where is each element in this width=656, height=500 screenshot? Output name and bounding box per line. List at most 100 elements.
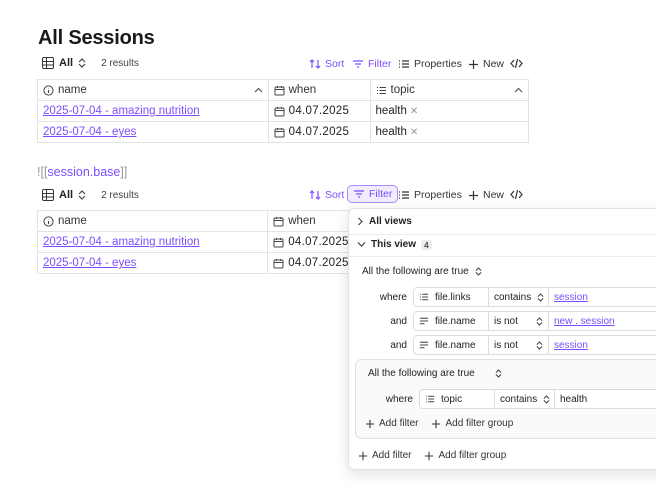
- value-link[interactable]: session: [554, 340, 588, 351]
- sessions-table: name when topic 2025-07-04 - amazing nut…: [37, 79, 530, 143]
- operator-label: is not: [494, 315, 518, 327]
- result-count: 2 results: [101, 189, 139, 201]
- subgroup-actions: Add filter Add filter group: [365, 418, 513, 429]
- column-header-when[interactable]: when: [267, 79, 371, 101]
- filter-condition: and file.name is not session: [377, 335, 656, 355]
- list-icon: [419, 292, 429, 302]
- property-name: topic: [441, 393, 463, 405]
- topic-cell[interactable]: health ✕: [369, 100, 530, 122]
- chevron-updown-icon: [495, 369, 502, 378]
- value-input[interactable]: new . session: [549, 311, 656, 331]
- operator-select[interactable]: contains: [489, 287, 549, 307]
- sort-button[interactable]: Sort: [309, 58, 344, 70]
- code-button[interactable]: [510, 58, 523, 69]
- plus-icon: [468, 59, 479, 70]
- embed-open-bracket: ![[: [37, 165, 48, 179]
- sort-icon: [309, 58, 321, 70]
- new-button[interactable]: New: [468, 58, 504, 70]
- operator-select[interactable]: contains: [495, 389, 555, 409]
- remove-tag-icon[interactable]: ✕: [410, 127, 418, 138]
- sort-button[interactable]: Sort: [309, 189, 344, 201]
- list-icon: [398, 189, 410, 201]
- date-value: 04.07.2025: [288, 126, 350, 138]
- code-icon: [510, 189, 523, 200]
- popover-actions: Add filter Add filter group: [358, 450, 506, 461]
- filter-button-active[interactable]: Filter: [347, 185, 399, 203]
- note-link[interactable]: 2025-07-04 - amazing nutrition: [43, 105, 200, 117]
- all-views-section[interactable]: All views: [357, 216, 412, 227]
- property-select[interactable]: file.links: [413, 287, 489, 307]
- info-icon: [43, 84, 54, 96]
- section-label: This view: [371, 239, 417, 250]
- list-icon: [425, 394, 435, 404]
- result-count: 2 results: [101, 57, 139, 69]
- operator-select[interactable]: is not: [489, 311, 549, 331]
- view-selector[interactable]: All 2 results: [42, 189, 139, 201]
- chevron-up-icon: [514, 87, 523, 93]
- code-icon: [510, 58, 523, 69]
- new-label: New: [483, 58, 505, 70]
- column-label: when: [288, 84, 317, 96]
- code-button[interactable]: [510, 189, 523, 200]
- add-filter-button[interactable]: Add filter: [358, 450, 411, 461]
- value-input[interactable]: health: [555, 389, 656, 409]
- filter-condition: where file.links contains session: [377, 287, 656, 307]
- column-header-name[interactable]: name: [36, 210, 269, 232]
- filter-label: Filter: [369, 188, 393, 200]
- properties-button[interactable]: Properties: [398, 58, 462, 70]
- column-label: name: [58, 215, 87, 227]
- table-icon: [42, 57, 54, 69]
- column-header-topic[interactable]: topic: [369, 79, 530, 101]
- condition-conjunction: and: [390, 315, 407, 327]
- embed-link[interactable]: ![[session.base]]: [37, 165, 127, 179]
- plus-icon: [424, 451, 434, 461]
- sort-label: Sort: [325, 58, 345, 70]
- chevron-updown-icon: [78, 58, 86, 68]
- filter-label: Filter: [368, 58, 392, 70]
- filter-condition: and file.name is not new . session: [377, 311, 656, 331]
- value-link[interactable]: session: [554, 292, 588, 303]
- filter-condition: where topic contains health: [383, 389, 656, 409]
- property-select[interactable]: file.name: [413, 335, 489, 355]
- chevron-updown-icon: [536, 340, 543, 350]
- text-icon: [419, 340, 429, 350]
- when-cell[interactable]: 04.07.2025: [267, 100, 371, 122]
- properties-button[interactable]: Properties: [398, 189, 462, 201]
- add-filter-label: Add filter: [379, 418, 419, 429]
- view-selector[interactable]: All 2 results: [42, 57, 139, 69]
- property-select[interactable]: topic: [419, 389, 495, 409]
- add-filter-group-button[interactable]: Add filter group: [424, 450, 506, 461]
- note-link[interactable]: 2025-07-04 - eyes: [43, 257, 136, 269]
- this-view-section[interactable]: This view 4: [357, 239, 432, 250]
- column-header-name[interactable]: name: [37, 79, 269, 101]
- calendar-icon: [273, 216, 284, 227]
- operator-select[interactable]: is not: [489, 335, 549, 355]
- add-filter-button[interactable]: Add filter: [365, 418, 418, 429]
- add-filter-group-button[interactable]: Add filter group: [431, 418, 513, 429]
- group-mode-select[interactable]: All the following are true: [368, 368, 502, 379]
- name-cell: 2025-07-04 - amazing nutrition: [36, 231, 269, 253]
- value-input[interactable]: session: [549, 335, 656, 355]
- property-name: file.name: [435, 315, 476, 327]
- value-input[interactable]: session: [549, 287, 656, 307]
- tag-label: health: [375, 126, 407, 138]
- view-name: All: [59, 57, 74, 69]
- sort-label: Sort: [325, 189, 345, 201]
- value-link[interactable]: new . session: [554, 316, 615, 327]
- chevron-updown-icon: [536, 316, 543, 326]
- plus-icon: [468, 190, 479, 201]
- note-link[interactable]: 2025-07-04 - amazing nutrition: [43, 236, 200, 248]
- group-mode-select[interactable]: All the following are true: [362, 266, 482, 277]
- topic-cell[interactable]: health ✕: [369, 121, 530, 143]
- info-icon: [43, 215, 54, 227]
- note-link[interactable]: 2025-07-04 - eyes: [43, 126, 136, 138]
- filter-button[interactable]: Filter: [352, 58, 391, 70]
- name-cell: 2025-07-04 - eyes: [37, 121, 269, 143]
- property-name: file.name: [435, 339, 476, 351]
- new-button[interactable]: New: [468, 189, 504, 201]
- property-select[interactable]: file.name: [413, 311, 489, 331]
- remove-tag-icon[interactable]: ✕: [410, 106, 418, 117]
- chevron-down-icon: [357, 241, 366, 248]
- chevron-up-icon: [254, 87, 263, 93]
- when-cell[interactable]: 04.07.2025: [267, 121, 371, 143]
